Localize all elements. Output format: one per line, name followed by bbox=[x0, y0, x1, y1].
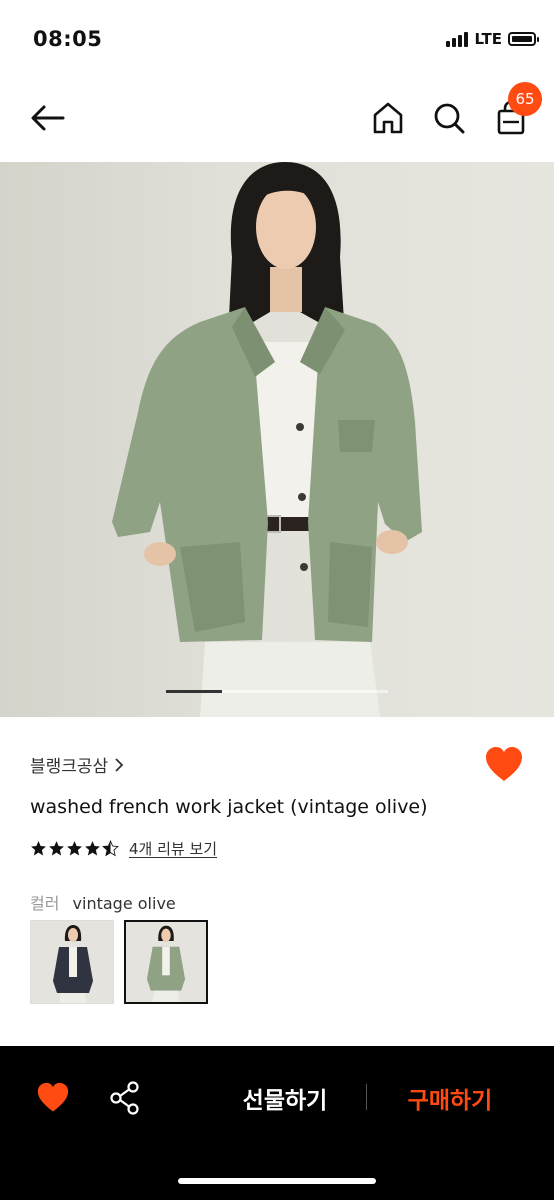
brand-name: 블랭크공삼 bbox=[30, 757, 109, 777]
half-star-icon bbox=[102, 840, 119, 857]
color-value: vintage olive bbox=[72, 894, 176, 913]
share-button[interactable] bbox=[108, 1080, 142, 1116]
color-thumbnail-navy[interactable] bbox=[30, 920, 114, 1004]
heart-icon bbox=[486, 747, 522, 781]
buy-button[interactable]: 구매하기 bbox=[380, 1078, 520, 1118]
search-icon bbox=[434, 103, 465, 134]
status-indicators: LTE bbox=[446, 30, 539, 48]
product-title: washed french work jacket (vintage olive… bbox=[30, 796, 428, 818]
search-button[interactable] bbox=[430, 98, 470, 138]
home-button[interactable] bbox=[368, 98, 408, 138]
product-image-carousel[interactable] bbox=[0, 162, 554, 717]
network-type: LTE bbox=[474, 30, 502, 48]
star-icon bbox=[31, 841, 46, 856]
home-indicator bbox=[178, 1178, 376, 1184]
color-label: 컬러 bbox=[30, 894, 60, 913]
cart-count-badge: 65 bbox=[508, 82, 542, 116]
top-nav bbox=[0, 80, 554, 162]
home-icon bbox=[373, 102, 403, 134]
wishlist-button[interactable] bbox=[484, 746, 524, 784]
battery-icon bbox=[508, 32, 539, 46]
gift-button[interactable]: 선물하기 bbox=[210, 1078, 360, 1118]
carousel-indicator bbox=[166, 690, 388, 693]
review-link[interactable]: 4개 리뷰 보기 bbox=[129, 838, 217, 859]
star-icon bbox=[85, 841, 100, 856]
chevron-right-icon bbox=[115, 757, 124, 772]
status-bar: 08:05 LTE bbox=[0, 0, 554, 80]
bottom-wishlist-button[interactable] bbox=[36, 1082, 70, 1114]
back-arrow-icon bbox=[31, 105, 65, 131]
star-icon bbox=[67, 841, 82, 856]
heart-icon bbox=[37, 1082, 69, 1112]
color-option-line: 컬러 vintage olive bbox=[30, 890, 176, 914]
star-icon bbox=[49, 841, 64, 856]
share-icon bbox=[110, 1081, 139, 1115]
bottom-action-bar: 선물하기 구매하기 bbox=[0, 1046, 554, 1200]
rating-row: 4개 리뷰 보기 bbox=[30, 838, 217, 859]
color-thumbnail-olive[interactable] bbox=[124, 920, 208, 1004]
signal-icon bbox=[446, 31, 469, 47]
divider bbox=[366, 1084, 367, 1110]
status-time: 08:05 bbox=[33, 27, 103, 51]
back-button[interactable] bbox=[28, 98, 68, 138]
thumbnail-image bbox=[31, 921, 113, 1003]
product-photo bbox=[112, 162, 422, 717]
thumbnail-image bbox=[126, 922, 206, 1002]
star-rating bbox=[30, 840, 119, 857]
brand-link[interactable]: 블랭크공삼 bbox=[30, 752, 124, 777]
